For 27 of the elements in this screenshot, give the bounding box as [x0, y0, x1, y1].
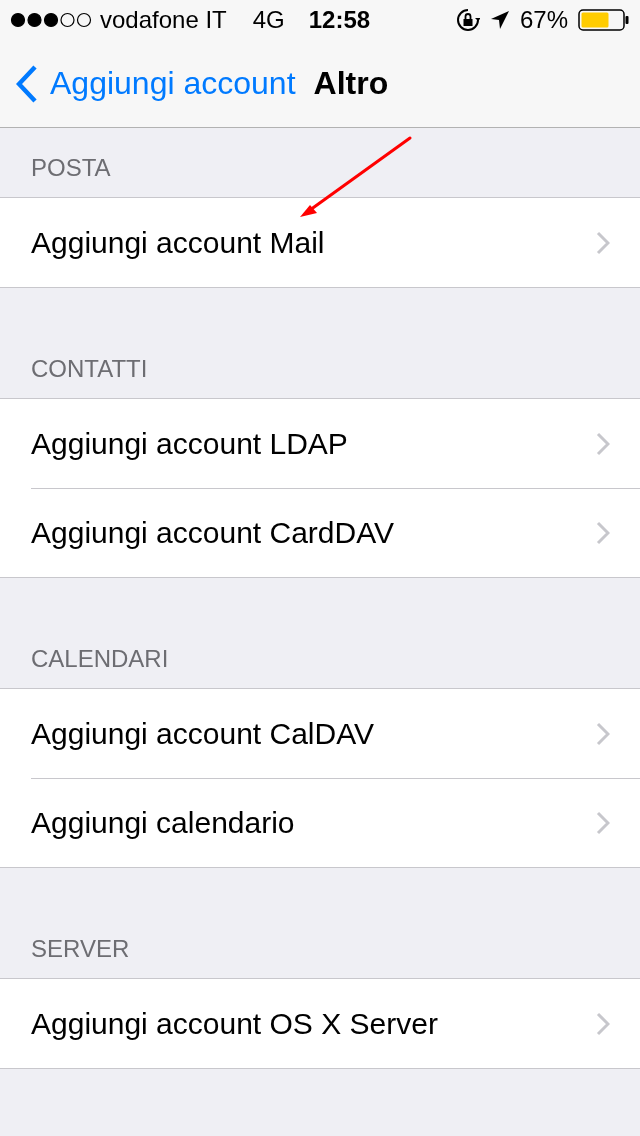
list-item[interactable]: Aggiungi account CardDAV — [0, 488, 640, 577]
back-chevron-icon — [16, 64, 38, 103]
back-button[interactable]: Aggiungi account — [16, 64, 296, 103]
location-icon — [489, 10, 510, 30]
battery-icon — [578, 9, 630, 31]
chevron-icon — [596, 431, 610, 456]
list-item[interactable]: Aggiungi account OS X Server — [0, 979, 640, 1068]
signal-icon — [10, 12, 92, 28]
chevron-icon — [596, 230, 610, 255]
list-item[interactable]: Aggiungi account CalDAV — [0, 689, 640, 778]
section-header: SERVER — [31, 935, 130, 963]
section-header: CONTATTI — [31, 355, 148, 383]
section-header: CALENDARI — [31, 645, 169, 673]
carrier-name: vodafone IT — [100, 6, 227, 34]
status-time: 12:58 — [308, 6, 371, 34]
network-type: 4G — [252, 6, 285, 34]
list-item[interactable]: Aggiungi account LDAP — [0, 399, 640, 488]
nav-title: Altro — [313, 65, 389, 102]
chevron-icon — [596, 1011, 610, 1036]
rotation-lock-icon — [455, 8, 480, 32]
list-item[interactable]: Aggiungi calendario — [0, 778, 640, 867]
chevron-icon — [596, 721, 610, 746]
battery-percent: 67% — [519, 6, 568, 34]
chevron-icon — [596, 520, 610, 545]
chevron-icon — [596, 810, 610, 835]
section-header: POSTA — [31, 154, 111, 182]
list-item[interactable]: Aggiungi account Mail — [0, 198, 640, 287]
